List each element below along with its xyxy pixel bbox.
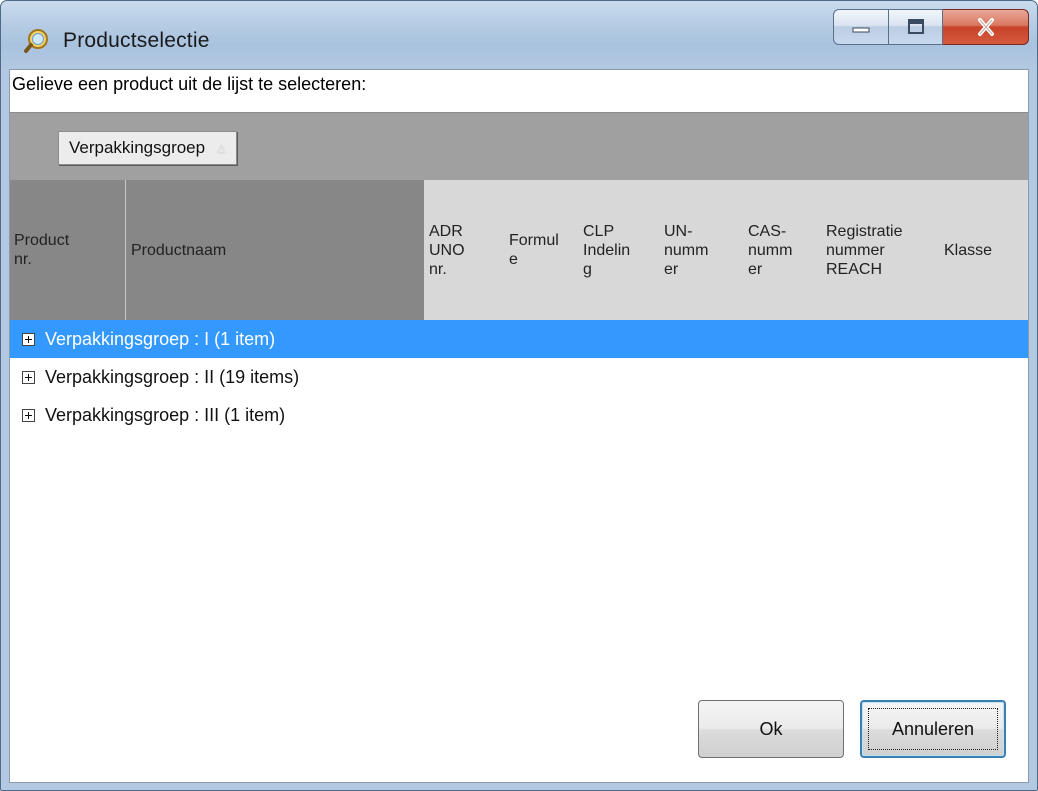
column-header-label: UNO xyxy=(429,241,465,259)
column-header-un-nummer[interactable]: UN-numm er xyxy=(660,180,740,320)
sort-ascending-icon: △ xyxy=(217,142,226,155)
column-header-label: Indelin xyxy=(583,241,631,259)
column-header-label: nummer xyxy=(826,241,885,259)
column-header-label: nr. xyxy=(14,251,32,268)
group-row[interactable]: Verpakkingsgroep : III (1 item) xyxy=(10,396,1028,434)
minimize-icon xyxy=(852,27,870,33)
column-divider xyxy=(125,180,126,320)
ok-button-label: Ok xyxy=(759,718,783,739)
group-row-label: Verpakkingsgroep : III (1 item) xyxy=(45,404,286,425)
column-header-adr-uno[interactable]: ADR UNO nr. xyxy=(424,180,500,320)
column-header-productnaam[interactable]: Productnaam xyxy=(126,180,424,320)
column-header-label: Formul xyxy=(509,232,559,249)
column-header-label: Productnaam xyxy=(131,241,227,259)
column-header-label: Product xyxy=(14,232,70,249)
close-button[interactable] xyxy=(943,9,1029,45)
column-header-label: Registratie xyxy=(826,222,903,240)
column-header-label: nr. xyxy=(429,260,447,278)
column-header-label: Klasse xyxy=(944,241,993,259)
column-header-formule[interactable]: Formul e xyxy=(506,180,574,320)
group-row-label: Verpakkingsgroep : II (19 items) xyxy=(45,366,300,387)
group-by-chip[interactable]: Verpakkingsgroep △ xyxy=(58,131,237,165)
expand-plus-icon[interactable] xyxy=(22,408,35,422)
column-header-klasse[interactable]: Klasse xyxy=(932,180,1028,320)
column-header-clp-indeling[interactable]: CLP Indelin g xyxy=(580,180,660,320)
close-icon xyxy=(977,18,994,36)
group-row[interactable]: Verpakkingsgroep : II (19 items) xyxy=(10,358,1028,396)
dialog-client-area: Gelieve een product uit de lijst te sele… xyxy=(9,69,1029,783)
group-by-chip-label: Verpakkingsgroep xyxy=(69,138,206,157)
minimize-button[interactable] xyxy=(833,9,889,45)
column-header-label: ADR xyxy=(429,222,463,240)
column-header-label: numm xyxy=(664,241,709,259)
group-row[interactable]: Verpakkingsgroep : I (1 item) xyxy=(10,320,1028,358)
title-bar[interactable]: Productselectie xyxy=(1,1,1037,69)
group-by-panel[interactable]: Verpakkingsgroep △ xyxy=(10,112,1028,181)
column-header-label: e xyxy=(509,251,518,268)
column-header-label: REACH xyxy=(826,260,883,278)
column-header-registratie-reach[interactable]: Registratie nummer REACH xyxy=(820,180,932,320)
expand-plus-icon[interactable] xyxy=(22,332,35,346)
column-header-label: er xyxy=(664,260,679,278)
cancel-button[interactable]: Annuleren xyxy=(860,700,1006,758)
column-header-label: CLP xyxy=(583,222,615,240)
column-header-label: er xyxy=(748,260,763,278)
expand-plus-icon[interactable] xyxy=(22,370,35,384)
grid-header: Product nr. Productnaam ADR UNO nr. Formul e… xyxy=(10,180,1028,320)
column-header-product-nr[interactable]: Product nr. xyxy=(10,180,125,320)
window-title: Productselectie xyxy=(63,29,210,52)
maximize-icon xyxy=(907,19,924,34)
group-rows: Verpakkingsgroep : I (1 item) Verpakking… xyxy=(10,320,1028,434)
column-header-label: CAS- xyxy=(748,222,787,240)
product-selection-window: Productselectie Gelieve een product uit … xyxy=(0,0,1038,791)
ok-button[interactable]: Ok xyxy=(698,700,844,758)
search-magnifier-icon xyxy=(24,29,48,53)
column-header-label: numm xyxy=(748,241,793,259)
column-header-label: g xyxy=(583,260,592,278)
group-row-label: Verpakkingsgroep : I (1 item) xyxy=(45,328,276,349)
caption-buttons xyxy=(833,9,1029,47)
focus-rectangle xyxy=(868,708,998,750)
column-header-label: UN- xyxy=(664,222,693,240)
instruction-label: Gelieve een product uit de lijst te sele… xyxy=(12,74,367,94)
column-header-cas-nummer[interactable]: CAS-numm er xyxy=(742,180,820,320)
maximize-button[interactable] xyxy=(889,9,943,45)
